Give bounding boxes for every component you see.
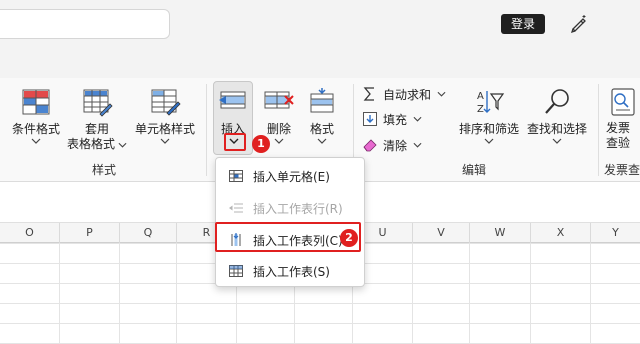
sigma-icon <box>363 87 374 101</box>
pen-icon[interactable] <box>566 12 590 36</box>
table-format-label-text: 表格格式 <box>66 137 115 151</box>
insert-cells-icon <box>219 91 246 109</box>
grid-line <box>119 243 120 344</box>
invoice-label-line1: 发票 <box>606 121 631 135</box>
search-box[interactable] <box>0 9 170 39</box>
autosum-button[interactable]: 自动求和 <box>362 84 446 104</box>
chevron-down-icon <box>437 91 446 97</box>
delete-label: 删除 <box>266 122 291 136</box>
format-label: 格式 <box>309 122 334 136</box>
chevron-down-icon <box>31 138 41 144</box>
table-format-label-line2: 表格格式 <box>67 137 127 152</box>
insert-button[interactable]: 插入 <box>213 78 253 137</box>
chevron-down-icon <box>552 138 562 144</box>
column-header-y[interactable]: Y <box>591 223 640 243</box>
find-select-label: 查找和选择 <box>526 122 587 136</box>
menu-item-insert-sheet-rows: 插入工作表行(R) <box>216 195 366 221</box>
grid-line <box>530 243 531 344</box>
styles-group-label: 样式 <box>92 163 117 177</box>
menu-item-insert-cells[interactable]: 插入单元格(E) <box>216 163 366 189</box>
menu-item-label: 插入工作表行(R) <box>253 201 343 216</box>
table-format-icon <box>83 89 113 117</box>
fill-label: 填充 <box>383 112 408 127</box>
sort-filter-icon: A Z <box>477 91 505 115</box>
conditional-format-label: 条件格式 <box>11 122 60 136</box>
grid-line <box>469 243 470 344</box>
chevron-down-icon <box>413 142 422 148</box>
invoice-check-button[interactable]: 发票 查验 <box>606 78 640 151</box>
magnifier-icon <box>545 89 569 114</box>
column-header-x[interactable]: X <box>531 223 591 243</box>
invoice-check-icon <box>611 88 635 116</box>
column-header-q[interactable]: Q <box>120 223 177 243</box>
chevron-down-icon <box>160 138 170 144</box>
grid-line <box>59 243 60 344</box>
chevron-down-icon <box>317 138 327 144</box>
clear-button[interactable]: 清除 <box>362 135 422 155</box>
editing-group-label: 编辑 <box>462 163 487 177</box>
chevron-down-icon <box>484 138 494 144</box>
insert-cells-icon <box>229 170 243 182</box>
chevron-down-icon <box>413 116 422 122</box>
conditional-format-icon <box>22 89 50 115</box>
column-header-v[interactable]: V <box>413 223 470 243</box>
group-separator <box>206 84 207 176</box>
column-header-p[interactable]: P <box>60 223 120 243</box>
cell-styles-icon <box>151 89 181 116</box>
grid-line <box>590 243 591 344</box>
group-separator <box>598 84 599 176</box>
column-header-o[interactable]: O <box>0 223 60 243</box>
fill-down-icon <box>363 112 377 126</box>
conditional-format-button[interactable]: 条件格式 <box>10 78 62 144</box>
invoice-group-label: 发票查 <box>604 163 640 177</box>
sort-filter-button[interactable]: A Z 排序和筛选 <box>456 78 522 144</box>
find-select-button[interactable]: 查找和选择 <box>524 78 590 144</box>
step2-badge: 2 <box>340 229 358 247</box>
clear-label: 清除 <box>383 138 408 153</box>
svg-text:Z: Z <box>477 104 484 115</box>
insert-rows-icon <box>229 203 243 213</box>
step1-badge: 1 <box>252 135 270 153</box>
menu-item-label: 插入工作表(S) <box>253 264 330 279</box>
eraser-icon <box>363 139 377 152</box>
format-button[interactable]: 格式 <box>306 78 338 144</box>
login-button[interactable]: 登录 <box>501 14 545 34</box>
format-as-table-button[interactable]: 套用 表格格式 <box>66 78 128 152</box>
format-cells-icon <box>310 88 334 113</box>
column-header-w[interactable]: W <box>470 223 531 243</box>
cell-styles-button[interactable]: 单元格样式 <box>132 78 198 144</box>
grid-line <box>176 243 177 344</box>
chevron-down-icon <box>118 142 127 148</box>
grid-line <box>412 243 413 344</box>
table-format-label-line1: 套用 <box>84 122 109 136</box>
insert-sheet-icon <box>229 265 243 277</box>
invoice-label-line2: 查验 <box>606 136 631 150</box>
delete-cells-icon <box>264 91 294 109</box>
autosum-label: 自动求和 <box>383 87 432 102</box>
delete-button[interactable]: 删除 <box>262 78 296 144</box>
fill-button[interactable]: 填充 <box>362 109 422 129</box>
menu-item-insert-sheet[interactable]: 插入工作表(S) <box>216 258 366 284</box>
step1-highlight-box <box>224 133 246 151</box>
cell-styles-label: 单元格样式 <box>134 122 195 136</box>
sort-filter-label: 排序和筛选 <box>458 122 519 136</box>
menu-item-label: 插入单元格(E) <box>253 169 330 184</box>
svg-text:A: A <box>477 91 484 102</box>
title-bar: 登录 <box>0 0 640 78</box>
chevron-down-icon <box>274 138 284 144</box>
